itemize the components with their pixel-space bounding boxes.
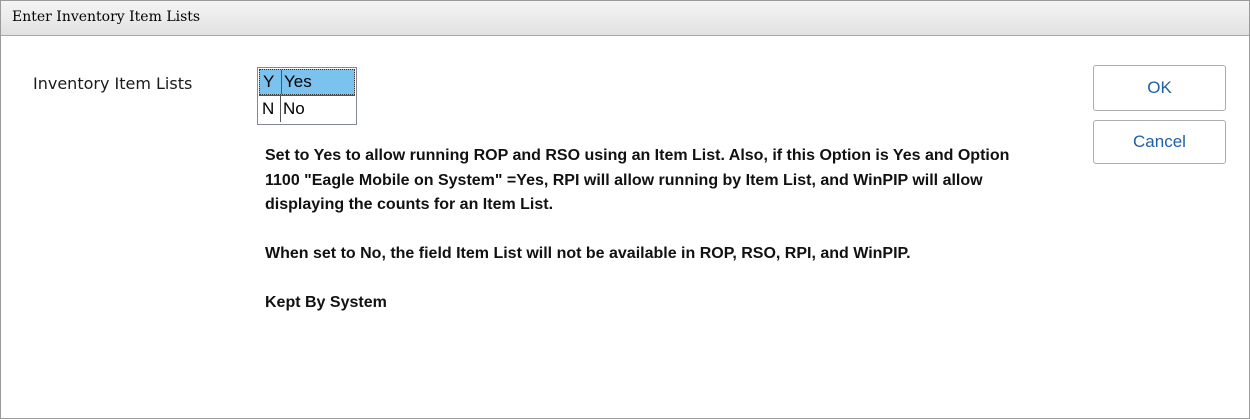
description-paragraph-1: Set to Yes to allow running ROP and RSO … <box>265 147 1010 213</box>
cancel-button[interactable]: Cancel <box>1093 120 1226 164</box>
yes-no-listbox[interactable]: Y Yes N No <box>257 67 357 125</box>
inventory-item-lists-label: Inventory Item Lists <box>33 74 193 93</box>
window-title: Enter Inventory Item Lists <box>12 9 201 25</box>
description-paragraph-3: Kept By System <box>265 294 387 311</box>
option-label: No <box>283 99 305 118</box>
option-description: Set to Yes to allow running ROP and RSO … <box>265 144 1025 316</box>
inventory-item-lists-dialog: Enter Inventory Item Lists Inventory Ite… <box>0 0 1250 419</box>
title-bar[interactable]: Enter Inventory Item Lists <box>1 1 1249 36</box>
option-code: N <box>262 96 281 122</box>
option-code: Y <box>263 70 282 94</box>
list-option-yes[interactable]: Y Yes <box>259 69 355 95</box>
option-label: Yes <box>284 72 312 91</box>
list-option-no[interactable]: N No <box>259 95 355 122</box>
description-paragraph-2: When set to No, the field Item List will… <box>265 245 911 262</box>
ok-button[interactable]: OK <box>1093 65 1226 111</box>
